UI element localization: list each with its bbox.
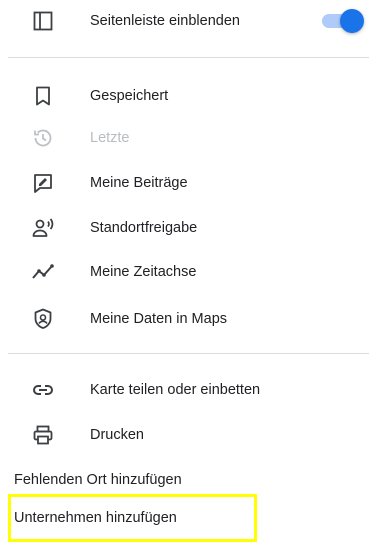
menu-item-label: Gespeichert: [90, 88, 169, 104]
menu-item-print[interactable]: Drucken: [0, 415, 369, 455]
divider: [8, 57, 369, 58]
menu-item-label: Karte teilen oder einbetten: [90, 382, 261, 398]
menu-item-saved[interactable]: Gespeichert: [0, 76, 369, 116]
link-icon: [30, 377, 56, 403]
contributions-icon: [30, 170, 56, 196]
menu-item-recent[interactable]: Letzte: [0, 118, 369, 158]
menu-item-add-business[interactable]: Unternehmen hinzufügen: [0, 498, 369, 538]
print-icon: [30, 422, 56, 448]
menu-item-share-map[interactable]: Karte teilen oder einbetten: [0, 370, 369, 410]
menu-item-your-data[interactable]: Meine Daten in Maps: [0, 299, 369, 339]
menu-item-label: Fehlenden Ort hinzufügen: [14, 472, 182, 488]
show-sidebar-label: Seitenleiste einblenden: [90, 13, 240, 29]
toggle-thumb: [340, 9, 364, 33]
divider: [8, 353, 369, 354]
bookmark-icon: [30, 83, 56, 109]
menu-item-contributions[interactable]: Meine Beiträge: [0, 163, 369, 203]
menu-item-label: Meine Daten in Maps: [90, 311, 228, 327]
show-sidebar-row[interactable]: Seitenleiste einblenden: [0, 1, 369, 41]
sidebar-panel-icon: [30, 8, 56, 34]
menu-item-location-sharing[interactable]: Standortfreigabe: [0, 208, 369, 248]
shield-icon: [30, 306, 56, 332]
menu-item-label: Standortfreigabe: [90, 220, 198, 236]
menu-item-label: Meine Beiträge: [90, 175, 188, 191]
timeline-icon: [30, 259, 56, 285]
location-sharing-icon: [30, 215, 56, 241]
show-sidebar-toggle[interactable]: [322, 9, 366, 33]
menu-item-label: Drucken: [90, 427, 144, 443]
menu-item-timeline[interactable]: Meine Zeitachse: [0, 252, 369, 292]
menu-item-add-missing-place[interactable]: Fehlenden Ort hinzufügen: [0, 460, 369, 500]
maps-side-menu: Seitenleiste einblenden Gespeichert Letz…: [0, 0, 369, 547]
menu-item-label: Meine Zeitachse: [90, 264, 197, 280]
history-icon: [30, 125, 56, 151]
menu-item-label: Unternehmen hinzufügen: [14, 510, 177, 526]
menu-item-label: Letzte: [90, 130, 130, 146]
